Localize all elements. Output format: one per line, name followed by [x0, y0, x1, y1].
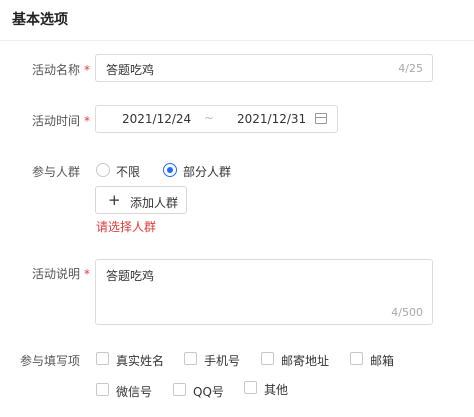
checkbox-real-name-label[interactable]: 真实姓名	[116, 352, 164, 369]
checkbox-wechat-label[interactable]: 微信号	[116, 383, 152, 400]
description-required-mark: *	[84, 267, 90, 281]
activity-name-value: 答题吃鸡	[106, 63, 155, 77]
activity-time-label: 活动时间	[31, 114, 80, 128]
radio-partial-label[interactable]: 部分人群	[183, 163, 231, 180]
date-separator: ~	[204, 111, 215, 125]
activity-name-counter: 4/25	[398, 62, 423, 75]
checkbox-phone-label[interactable]: 手机号	[204, 352, 240, 369]
description-textarea[interactable]: 答题吃鸡 4/500	[95, 259, 433, 325]
audience-error-message: 请选择人群	[96, 220, 157, 234]
checkbox-phone[interactable]	[184, 352, 197, 365]
end-date[interactable]: 2021/12/31	[237, 112, 306, 126]
checkbox-wechat[interactable]	[96, 383, 109, 396]
radio-unlimited[interactable]	[96, 163, 110, 177]
calendar-icon[interactable]	[315, 113, 327, 124]
activity-name-required-mark: *	[84, 63, 90, 77]
checkbox-other-label[interactable]: 其他	[264, 381, 288, 398]
section-divider	[0, 40, 474, 41]
description-label: 活动说明	[31, 267, 80, 281]
checkbox-other[interactable]	[244, 381, 257, 394]
description-counter: 4/500	[391, 306, 423, 319]
activity-name-label: 活动名称	[31, 63, 80, 77]
start-date[interactable]: 2021/12/24	[122, 112, 191, 126]
radio-partial[interactable]	[163, 163, 177, 177]
checkbox-qq-label[interactable]: QQ号	[193, 383, 224, 400]
checkbox-mail-address[interactable]	[261, 352, 274, 365]
section-title: 基本选项	[12, 12, 68, 28]
checkbox-real-name[interactable]	[96, 352, 109, 365]
checkbox-email[interactable]	[350, 352, 363, 365]
add-audience-button[interactable]: + 添加人群	[95, 186, 187, 214]
checkbox-mail-address-label[interactable]: 邮寄地址	[281, 352, 329, 369]
checkbox-qq[interactable]	[173, 383, 186, 396]
plus-icon: +	[108, 191, 121, 209]
checkbox-email-label[interactable]: 邮箱	[370, 352, 394, 369]
date-range-picker[interactable]: 2021/12/24 ~ 2021/12/31	[95, 105, 338, 133]
description-value: 答题吃鸡	[106, 269, 155, 283]
add-audience-label: 添加人群	[130, 196, 179, 210]
audience-label: 参与人群	[31, 165, 80, 179]
activity-time-required-mark: *	[84, 114, 90, 128]
radio-unlimited-label[interactable]: 不限	[116, 163, 140, 180]
fill-fields-label: 参与填写项	[19, 354, 80, 368]
activity-name-input[interactable]: 答题吃鸡 4/25	[95, 54, 433, 82]
